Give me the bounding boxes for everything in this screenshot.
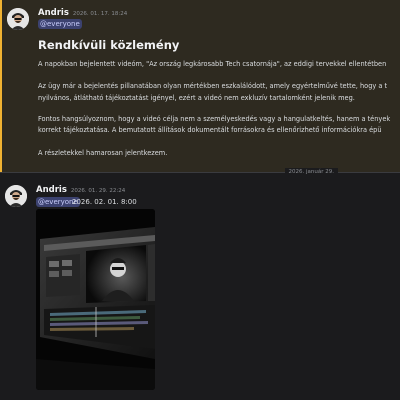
- message-timestamp: 2026. 01. 17. 18:24: [72, 11, 128, 17]
- message-timestamp: 2026. 01. 29. 22:24: [70, 188, 126, 194]
- announcement-heading: Rendkívüli közlemény: [38, 38, 180, 52]
- image-attachment[interactable]: [36, 209, 155, 390]
- author-name[interactable]: Andris: [36, 185, 67, 195]
- everyone-mention[interactable]: @everyone: [38, 19, 82, 29]
- user-avatar[interactable]: [7, 8, 29, 30]
- message-1: Andris 2026. 01. 17. 18:24 @everyone Rend…: [0, 0, 400, 172]
- paragraph-4: A részletekkel hamarosan jelentkezem.: [38, 149, 168, 157]
- paragraph-2-line-1: Az ügy már a bejelentés pillanatában oly…: [38, 82, 388, 90]
- paragraph-1: A napokban bejelentett videóm, "Az orszá…: [38, 60, 387, 68]
- video-editor-screenshot-image: [36, 209, 155, 390]
- date-divider-label: 2026. január 29.: [284, 168, 338, 176]
- date-divider-line: [0, 172, 400, 173]
- message-author[interactable]: Andris 2026. 01. 17. 18:24: [38, 8, 127, 18]
- avatar-icon: [7, 8, 29, 30]
- message-author[interactable]: Andris 2026. 01. 29. 22:24: [36, 185, 125, 195]
- message-content: 2026. 02. 01. 8:00: [72, 198, 137, 206]
- avatar-icon: [5, 185, 27, 207]
- author-name[interactable]: Andris: [38, 8, 69, 18]
- paragraph-3-line-1: Fontos hangsúlyoznom, hogy a videó célja…: [38, 115, 391, 123]
- paragraph-2-line-2: nyilvános, átlátható tájékoztatást igény…: [38, 94, 355, 102]
- paragraph-3-line-2: korrekt tájékoztatása. A bemutatott állí…: [38, 126, 382, 134]
- user-avatar[interactable]: [5, 185, 27, 207]
